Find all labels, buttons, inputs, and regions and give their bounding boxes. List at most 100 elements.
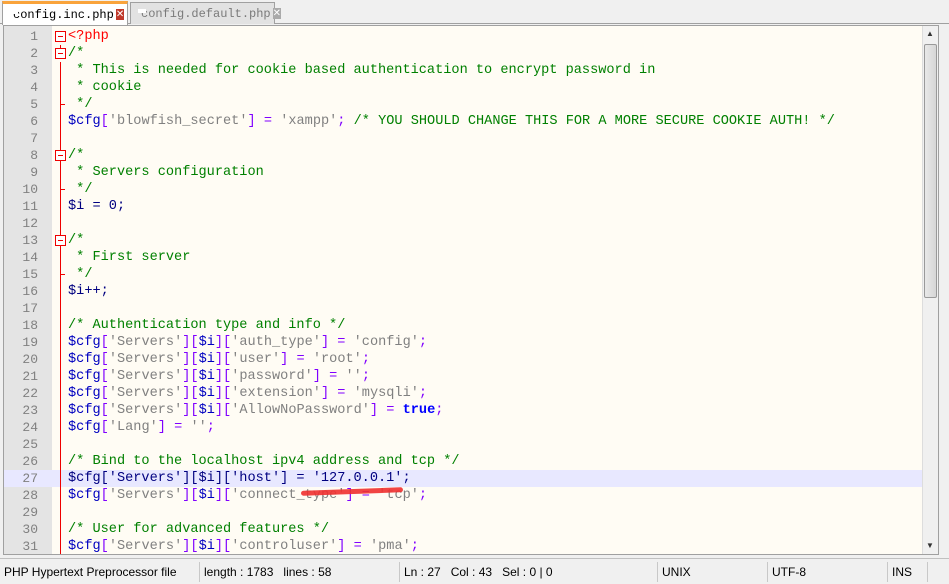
fold-line (60, 402, 61, 419)
fold-line (60, 470, 61, 487)
status-length-lines: length : 1783 lines : 58 (200, 562, 400, 582)
fold-line (60, 215, 61, 232)
code-line[interactable]: 17 (4, 300, 922, 317)
tab-config-inc-php[interactable]: config.inc.php ✕ (2, 1, 128, 25)
tab-bar: config.inc.php ✕ config.default.php ✕ (0, 0, 949, 25)
code-text: */ (68, 267, 93, 282)
code-line[interactable]: 9 * Servers configuration (4, 164, 922, 181)
code-line[interactable]: 1 <?php (4, 28, 922, 45)
fold-end-marker (60, 189, 65, 190)
code-line[interactable]: 12 (4, 215, 922, 232)
code-line[interactable]: 25 (4, 436, 922, 453)
code-line[interactable]: 19 $cfg['Servers'][$i]['auth_type'] = 'co… (4, 334, 922, 351)
code-text: $cfg['Servers'][$i]['host'] = '127.0.0.1… (68, 471, 411, 486)
status-col: Col : 43 (450, 565, 493, 579)
status-bar: PHP Hypertext Preprocessor file length :… (0, 558, 949, 584)
code-line[interactable]: 16 $i++; (4, 283, 922, 300)
code-line[interactable]: 26 /* Bind to the localhost ipv4 address … (4, 453, 922, 470)
fold-line (60, 487, 61, 504)
code-line[interactable]: 27 $cfg['Servers'][$i]['host'] = '127.0.0… (4, 470, 922, 487)
line-number: 31 (22, 539, 38, 554)
line-number: 3 (30, 63, 38, 78)
code-line[interactable]: 11 $i = 0; (4, 198, 922, 215)
line-number: 13 (22, 233, 38, 248)
code-line[interactable]: 31 $cfg['Servers'][$i]['controluser'] = '… (4, 538, 922, 554)
status-ln: Ln : 27 (404, 565, 441, 579)
code-text: <?php (68, 29, 109, 44)
fold-collapse-icon[interactable] (55, 150, 66, 161)
code-line[interactable]: 13 /* (4, 232, 922, 249)
code-text: /* Bind to the localhost ipv4 address an… (68, 454, 460, 469)
line-number: 25 (22, 437, 38, 452)
code-line[interactable]: 8 /* (4, 147, 922, 164)
status-eol[interactable]: UNIX (658, 562, 768, 582)
code-line[interactable]: 23 $cfg['Servers'][$i]['AllowNoPassword']… (4, 402, 922, 419)
code-line[interactable]: 20 $cfg['Servers'][$i]['user'] = 'root'; (4, 351, 922, 368)
code-line[interactable]: 28 $cfg['Servers'][$i]['connect_type'] = … (4, 487, 922, 504)
code-line[interactable]: 18 /* Authentication type and info */ (4, 317, 922, 334)
status-insert-mode[interactable]: INS (888, 562, 928, 582)
line-number: 18 (22, 318, 38, 333)
fold-line (60, 453, 61, 470)
code-line[interactable]: 24 $cfg['Lang'] = ''; (4, 419, 922, 436)
line-number: 29 (22, 505, 38, 520)
line-number: 21 (22, 369, 38, 384)
line-number: 4 (30, 80, 38, 95)
code-line[interactable]: 14 * First server (4, 249, 922, 266)
line-number: 1 (30, 29, 38, 44)
status-sel: Sel : 0 | 0 (502, 565, 553, 579)
code-text: $cfg['Servers'][$i]['controluser'] = 'pm… (68, 539, 419, 554)
code-text: * This is needed for cookie based authen… (68, 63, 656, 78)
code-line[interactable]: 4 * cookie (4, 79, 922, 96)
scroll-down-arrow-icon[interactable]: ▼ (926, 541, 934, 550)
code-text: $i++; (68, 284, 109, 299)
code-line[interactable]: 7 (4, 130, 922, 147)
status-encoding[interactable]: UTF-8 (768, 562, 888, 582)
line-number: 19 (22, 335, 38, 350)
fold-line (60, 538, 61, 554)
code-line[interactable]: 2 /* (4, 45, 922, 62)
line-number: 6 (30, 114, 38, 129)
line-number: 10 (22, 182, 38, 197)
scrollbar-thumb[interactable] (924, 44, 937, 298)
code-text: /* (68, 148, 85, 163)
close-icon[interactable]: ✕ (115, 9, 125, 20)
code-text: $cfg['Lang'] = ''; (68, 420, 215, 435)
code-text: /* (68, 233, 85, 248)
code-editor[interactable]: 1 <?php 2/* 3 * This is needed for cookie b… (3, 25, 939, 555)
code-line[interactable]: 5 */ (4, 96, 922, 113)
close-icon[interactable]: ✕ (272, 8, 282, 19)
line-number: 30 (22, 522, 38, 537)
code-line[interactable]: 30 /* User for advanced features */ (4, 521, 922, 538)
vertical-scrollbar[interactable]: ▲ ▼ (922, 26, 938, 554)
line-number: 14 (22, 250, 38, 265)
code-line[interactable]: 15 */ (4, 266, 922, 283)
code-text: * cookie (68, 80, 142, 95)
code-text: $cfg['Servers'][$i]['auth_type'] = 'conf… (68, 335, 428, 350)
fold-line (60, 62, 61, 79)
fold-collapse-icon[interactable] (55, 48, 66, 59)
fold-line (60, 249, 61, 266)
fold-collapse-icon[interactable] (55, 235, 66, 246)
line-number: 15 (22, 267, 38, 282)
code-line[interactable]: 6 $cfg['blowfish_secret'] = 'xampp'; /* Y… (4, 113, 922, 130)
status-position: Ln : 27 Col : 43 Sel : 0 | 0 (400, 562, 658, 582)
fold-line (60, 436, 61, 453)
tab-label: config.default.php (141, 6, 271, 21)
code-text: $cfg['Servers'][$i]['password'] = ''; (68, 369, 370, 384)
code-line[interactable]: 22 $cfg['Servers'][$i]['extension'] = 'my… (4, 385, 922, 402)
fold-collapse-icon[interactable] (55, 31, 66, 42)
tab-config-default-php[interactable]: config.default.php ✕ (130, 2, 282, 24)
fold-line (60, 300, 61, 317)
fold-line (60, 368, 61, 385)
code-line[interactable]: 3 * This is needed for cookie based auth… (4, 62, 922, 79)
code-line[interactable]: 21 $cfg['Servers'][$i]['password'] = ''; (4, 368, 922, 385)
line-number: 16 (22, 284, 38, 299)
status-lines: lines : 58 (283, 565, 332, 579)
code-line[interactable]: 29 (4, 504, 922, 521)
code-text: $i = 0; (68, 199, 126, 214)
code-line[interactable]: 10 */ (4, 181, 922, 198)
scroll-up-arrow-icon[interactable]: ▲ (926, 29, 934, 38)
fold-line (60, 79, 61, 96)
code-text: */ (68, 182, 93, 197)
